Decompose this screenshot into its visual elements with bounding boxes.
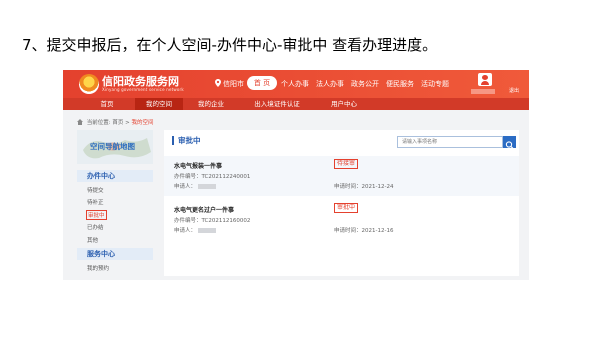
case-applicant: 申请人： xyxy=(174,226,217,234)
sidebar-section-case-center[interactable]: 办件中心 xyxy=(77,170,153,182)
home-button[interactable]: 首 页 xyxy=(247,76,277,90)
breadcrumb-home[interactable]: 首页 xyxy=(112,120,123,126)
case-time-value: 2021-12-24 xyxy=(361,184,394,190)
main-panel: 审批中 水电气报装一件事 办件编号：TC202112240001 申请人： 待接… xyxy=(164,130,519,276)
case-applicant-label: 申请人： xyxy=(174,228,197,234)
top-link-topics[interactable]: 活动专题 xyxy=(421,79,449,89)
main-nav: 首页 我的空间 我的企业 出入境证件认证 用户中心 xyxy=(63,98,529,110)
case-item[interactable]: 水电气更名过户一件事 办件编号：TC202112160002 申请人： 审批中 … xyxy=(164,200,519,240)
top-link-legal[interactable]: 法人办事 xyxy=(316,79,344,89)
top-link-public-affairs[interactable]: 政务公开 xyxy=(351,79,379,89)
case-time-label: 申请时间： xyxy=(334,184,362,190)
user-icon xyxy=(478,73,492,86)
nav-item-user-center[interactable]: 用户中心 xyxy=(319,98,369,110)
search-button[interactable] xyxy=(503,136,516,149)
sidebar-item-pending-submit[interactable]: 待提交 xyxy=(87,186,104,194)
search-input[interactable] xyxy=(397,136,503,148)
sidebar-item-my-appointments[interactable]: 我的预约 xyxy=(87,264,109,272)
page-title: 审批中 xyxy=(172,136,201,145)
case-time-label: 申请时间： xyxy=(334,228,362,234)
applicant-name-redacted xyxy=(198,228,217,233)
nav-item-home[interactable]: 首页 xyxy=(83,98,131,110)
user-name-redacted xyxy=(471,89,495,94)
space-nav-map-label: 空间导航地图 xyxy=(90,142,135,151)
site-subtitle: Xinyang government service network xyxy=(102,87,184,92)
breadcrumb-label: 当前位置: xyxy=(86,120,111,126)
user-account[interactable] xyxy=(471,72,499,96)
sidebar-item-completed[interactable]: 已办结 xyxy=(87,223,104,231)
site-logo-icon[interactable] xyxy=(79,74,99,94)
nav-item-my-company[interactable]: 我的企业 xyxy=(187,98,235,110)
sidebar-section-service-center[interactable]: 服务中心 xyxy=(77,248,153,260)
case-number: 办件编号：TC202112160002 xyxy=(174,216,250,224)
case-apply-time: 申请时间：2021-12-24 xyxy=(334,182,393,190)
site-header: 信阳政务服务网 Xinyang government service netwo… xyxy=(63,70,529,98)
case-number-value: TC202112160002 xyxy=(201,218,251,224)
nav-item-exit-entry[interactable]: 出入境证件认证 xyxy=(239,98,315,110)
case-applicant: 申请人： xyxy=(174,182,217,190)
breadcrumb-separator: > xyxy=(125,120,130,126)
sidebar: 空间导航地图 办件中心 待提交 待补正 审批中 已办结 其他 服务中心 我的预约 xyxy=(77,130,153,276)
slide-title: 7、提交申报后，在个人空间-办件中心-审批中 查看办理进度。 xyxy=(22,36,438,54)
applicant-name-redacted xyxy=(198,184,217,189)
logout-link[interactable]: 退出 xyxy=(509,87,519,94)
case-number-value: TC202112240001 xyxy=(201,174,251,180)
top-link-convenience[interactable]: 便民服务 xyxy=(386,79,414,89)
case-name[interactable]: 水电气更名过户一件事 xyxy=(174,205,234,214)
status-badge: 待接审 xyxy=(334,159,359,169)
location-selector[interactable]: 信阳市 xyxy=(215,79,244,89)
space-nav-map[interactable]: 空间导航地图 xyxy=(77,130,153,164)
case-name[interactable]: 水电气报装一件事 xyxy=(174,161,222,170)
case-applicant-label: 申请人： xyxy=(174,184,197,190)
status-badge: 审批中 xyxy=(334,203,359,213)
case-apply-time: 申请时间：2021-12-16 xyxy=(334,226,393,234)
location-label: 信阳市 xyxy=(223,80,244,88)
sidebar-item-other[interactable]: 其他 xyxy=(87,236,98,244)
breadcrumb: 当前位置: 首页 > 我的空间 xyxy=(77,118,154,126)
home-icon xyxy=(77,119,83,125)
top-link-personal[interactable]: 个人办事 xyxy=(281,79,309,89)
case-number-label: 办件编号： xyxy=(174,174,202,180)
location-pin-icon xyxy=(215,79,221,87)
sidebar-item-in-approval[interactable]: 审批中 xyxy=(86,210,107,220)
case-item[interactable]: 水电气报装一件事 办件编号：TC202112240001 申请人： 待接审 申请… xyxy=(164,156,519,196)
case-time-value: 2021-12-16 xyxy=(361,228,394,234)
top-links: 个人办事 法人办事 政务公开 便民服务 活动专题 xyxy=(281,79,449,89)
search-icon xyxy=(505,141,514,149)
breadcrumb-current: 我的空间 xyxy=(131,120,154,126)
sidebar-item-pending-correction[interactable]: 待补正 xyxy=(87,198,104,206)
portal-screenshot: 信阳政务服务网 Xinyang government service netwo… xyxy=(63,70,529,280)
case-number-label: 办件编号： xyxy=(174,218,202,224)
case-number: 办件编号：TC202112240001 xyxy=(174,172,250,180)
nav-item-my-space[interactable]: 我的空间 xyxy=(135,98,183,110)
